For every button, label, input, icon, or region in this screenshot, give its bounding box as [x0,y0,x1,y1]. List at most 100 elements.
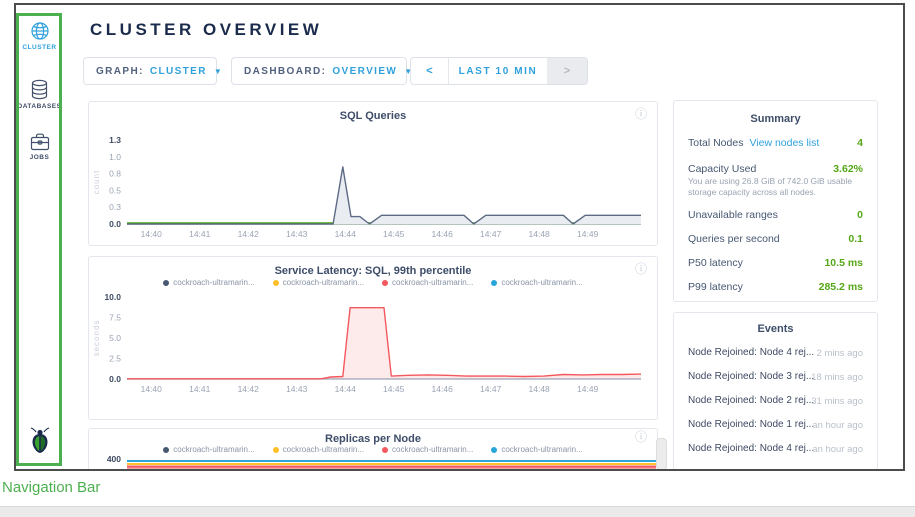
event-time: an hour ago [812,444,863,455]
svg-text:14:44: 14:44 [335,229,357,239]
graph-dropdown[interactable]: GRAPH: CLUSTER ▼ [83,57,217,85]
sidebar-item-label: JOBS [16,154,63,161]
view-nodes-list-link[interactable]: View nodes list [749,137,819,149]
time-range-label[interactable]: LAST 10 MIN [449,58,547,84]
svg-text:14:42: 14:42 [238,229,260,239]
svg-text:14:49: 14:49 [577,229,599,239]
summary-label: P99 latency [688,281,743,293]
summary-title: Summary [674,113,877,125]
svg-text:1.3: 1.3 [109,135,121,145]
svg-text:14:40: 14:40 [141,229,163,239]
summary-label: P50 latency [688,257,743,269]
event-label: Node Rejoined: Node 4 rej... [688,347,814,358]
sidebar-item-label: DATABASES [16,103,63,110]
info-icon[interactable]: ⓘ [635,263,647,275]
time-range-selector: < LAST 10 MIN > [410,57,588,85]
legend-item[interactable]: cockroach-ultramarin... [163,278,254,287]
legend-dot-icon [273,447,279,453]
annotation-label: Navigation Bar [2,479,100,496]
svg-text:10.0: 10.0 [104,292,121,302]
service-latency-chart[interactable]: 0.02.55.07.510.0seconds14:4014:4114:4214… [89,291,657,417]
event-row: Node Rejoined: Node 4 rej... 2 mins ago [688,347,863,358]
svg-text:14:40: 14:40 [141,384,163,394]
svg-text:14:47: 14:47 [480,384,502,394]
svg-text:14:41: 14:41 [189,229,211,239]
svg-text:14:42: 14:42 [238,384,260,394]
event-label: Node Rejoined: Node 4 rej... [688,443,814,454]
summary-panel: Summary Total NodesView nodes list 4 Cap… [673,100,878,302]
legend-dot-icon [491,280,497,286]
event-row: Node Rejoined: Node 2 rej... 31 mins ago [688,395,863,406]
summary-row: P99 latency 285.2 ms [688,281,863,293]
chart-title: Service Latency: SQL, 99th percentile [89,265,657,277]
summary-value: 0.1 [848,233,863,245]
time-next-button[interactable]: > [547,58,587,84]
replicas-per-node-panel: Replicas per Node ⓘ cockroach-ultramarin… [88,428,658,471]
svg-text:7.5: 7.5 [109,313,121,323]
svg-text:seconds: seconds [92,320,101,357]
info-icon[interactable]: ⓘ [635,108,647,120]
dashboard-dropdown-label: DASHBOARD: [244,66,326,77]
legend-item[interactable]: cockroach-ultramarin... [273,278,364,287]
svg-text:14:44: 14:44 [335,384,357,394]
globe-icon [30,21,50,41]
svg-text:0.8: 0.8 [109,169,121,179]
sidebar-item-databases[interactable]: DATABASES [16,79,63,110]
summary-row: Capacity Used 3.62% [688,163,863,175]
events-title: Events [674,323,877,335]
service-latency-panel: Service Latency: SQL, 99th percentile ⓘ … [88,256,658,420]
sql-queries-chart[interactable]: 0.00.30.50.81.01.3count14:4014:4114:4214… [89,124,657,244]
summary-row: P50 latency 10.5 ms [688,257,863,269]
svg-text:14:45: 14:45 [383,229,405,239]
cockroachdb-logo [16,426,63,459]
chevron-down-icon: ▼ [214,67,223,76]
legend-item[interactable]: cockroach-ultramarin... [491,278,582,287]
time-prev-button[interactable]: < [411,58,449,84]
chart-title: Replicas per Node [89,433,657,445]
svg-text:14:47: 14:47 [480,229,502,239]
summary-label: Total Nodes [688,137,743,149]
legend-item[interactable]: cockroach-ultramarin... [273,445,364,454]
event-label: Node Rejoined: Node 3 rej... [688,371,814,382]
info-icon[interactable]: ⓘ [635,431,647,443]
svg-text:14:46: 14:46 [432,229,454,239]
legend-item[interactable]: cockroach-ultramarin... [382,445,473,454]
graph-dropdown-label: GRAPH: [96,66,144,77]
events-panel: Events Node Rejoined: Node 4 rej... 2 mi… [673,312,878,470]
summary-value: 0 [857,209,863,221]
page-title: CLUSTER OVERVIEW [90,20,322,40]
summary-value: 3.62% [833,163,863,175]
scrollbar-thumb[interactable] [656,438,667,470]
svg-text:count: count [92,170,101,195]
svg-text:0.0: 0.0 [109,219,121,229]
svg-text:14:49: 14:49 [577,384,599,394]
sidebar-item-label: CLUSTER [16,44,63,51]
svg-text:0.0: 0.0 [109,374,121,384]
chart-legend: cockroach-ultramarin... cockroach-ultrama… [89,445,657,454]
screenshot-stage: CLUSTER DATABASES [0,0,915,517]
svg-text:14:48: 14:48 [529,229,551,239]
legend-item[interactable]: cockroach-ultramarin... [163,445,254,454]
event-label: Node Rejoined: Node 2 rej... [688,395,814,406]
legend-item[interactable]: cockroach-ultramarin... [491,445,582,454]
dashboard-dropdown-value: OVERVIEW [332,66,397,77]
sidebar-item-jobs[interactable]: JOBS [16,133,63,161]
replicas-per-node-chart[interactable]: 400 [89,455,657,471]
sidebar-item-cluster[interactable]: CLUSTER [16,21,63,51]
graph-dropdown-value: CLUSTER [150,66,207,77]
bottom-strip [0,506,915,517]
summary-value: 285.2 ms [819,281,863,293]
svg-text:14:41: 14:41 [189,384,211,394]
event-time: an hour ago [812,420,863,431]
legend-item[interactable]: cockroach-ultramarin... [382,278,473,287]
legend-dot-icon [163,280,169,286]
app-window: CLUSTER DATABASES [14,3,905,471]
briefcase-icon [30,133,50,151]
dashboard-dropdown[interactable]: DASHBOARD: OVERVIEW ▼ [231,57,407,85]
svg-text:0.3: 0.3 [109,202,121,212]
summary-row: Unavailable ranges 0 [688,209,863,221]
event-label: Node Rejoined: Node 1 rej... [688,419,814,430]
legend-dot-icon [382,280,388,286]
summary-row: Total NodesView nodes list 4 [688,137,863,149]
summary-value: 10.5 ms [824,257,863,269]
